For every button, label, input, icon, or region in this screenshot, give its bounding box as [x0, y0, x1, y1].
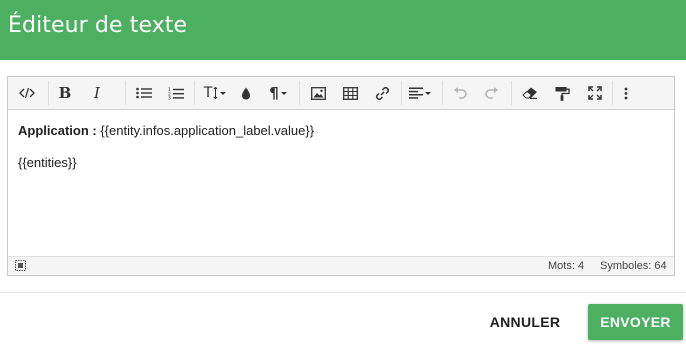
application-label: Application :: [18, 123, 97, 138]
dialog-title: Éditeur de texte: [8, 13, 188, 38]
paragraph-icon[interactable]: ¶: [265, 80, 291, 106]
toolbar-separator: [511, 81, 512, 105]
table-icon[interactable]: [340, 80, 360, 106]
send-button[interactable]: ENVOYER: [588, 304, 683, 340]
eraser-icon[interactable]: [520, 80, 540, 106]
bold-label: B: [58, 84, 72, 102]
editor-statusbar: Mots: 4 Symboles: 64: [8, 256, 674, 275]
fullscreen-icon[interactable]: [585, 80, 605, 106]
toolbar-separator: [401, 81, 402, 105]
code-view-icon[interactable]: [16, 80, 38, 106]
toolbar-separator: [194, 81, 195, 105]
ordered-list-icon[interactable]: 123: [166, 80, 186, 106]
bold-icon[interactable]: B: [56, 80, 74, 106]
paragraph-label: ¶: [269, 84, 279, 102]
italic-label: I: [94, 84, 100, 102]
toolbar-separator: [442, 81, 443, 105]
italic-icon[interactable]: I: [89, 80, 105, 106]
image-icon[interactable]: [308, 80, 328, 106]
align-icon[interactable]: [406, 80, 434, 106]
text-editor: B I 123 T ¶ Application: {{entity.infos…: [7, 76, 675, 276]
resize-handle-icon[interactable]: [15, 260, 26, 274]
svg-text:3: 3: [168, 95, 171, 99]
toolbar-separator: [125, 81, 126, 105]
entities-line: {{entities}}: [18, 155, 77, 170]
font-size-icon[interactable]: T: [201, 80, 229, 106]
footer-divider: [0, 292, 686, 293]
link-icon[interactable]: [372, 80, 392, 106]
redo-icon[interactable]: [482, 80, 502, 106]
editor-content[interactable]: Application : {{entity.infos.application…: [18, 122, 664, 186]
font-size-label: T: [203, 85, 213, 101]
more-icon[interactable]: [616, 80, 636, 106]
text-color-icon[interactable]: [238, 80, 254, 106]
application-value: {{entity.infos.application_label.value}}: [100, 123, 315, 138]
format-painter-icon[interactable]: [552, 80, 572, 106]
editor-toolbar: B I 123 T ¶: [8, 77, 674, 110]
dialog-header: Éditeur de texte: [0, 0, 686, 60]
undo-icon[interactable]: [450, 80, 470, 106]
cancel-button[interactable]: ANNULER: [480, 304, 570, 340]
unordered-list-icon[interactable]: [134, 80, 154, 106]
content-line: Application : {{entity.infos.application…: [18, 122, 664, 139]
toolbar-separator: [612, 81, 613, 105]
toolbar-separator: [48, 81, 49, 105]
toolbar-separator: [299, 81, 300, 105]
word-count: Mots: 4: [548, 260, 585, 272]
symbol-count: Symboles: 64: [600, 260, 667, 272]
